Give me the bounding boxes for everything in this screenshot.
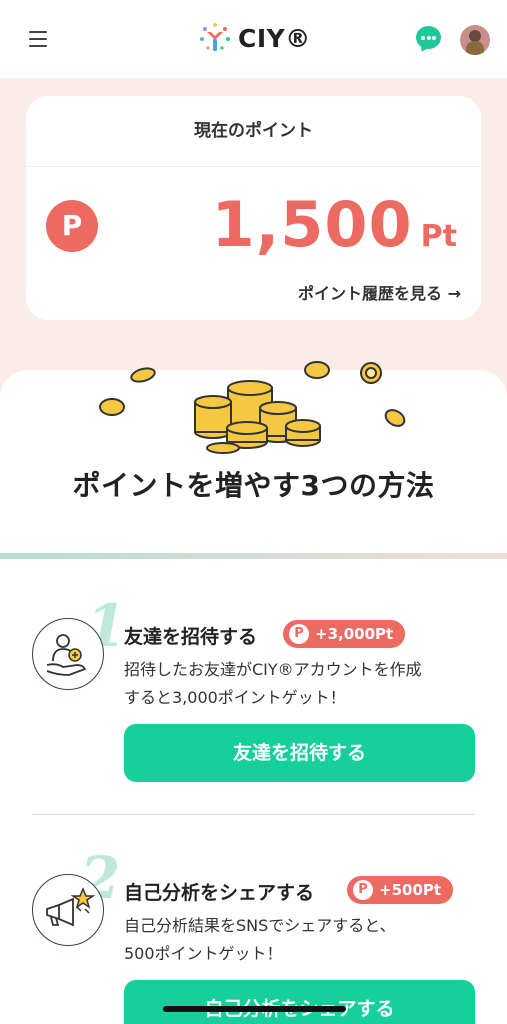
points-card-title: 現在のポイント xyxy=(194,121,313,141)
chat-bubble-icon[interactable] xyxy=(416,26,441,49)
home-indicator[interactable] xyxy=(163,1006,346,1012)
points-number: 1,500 xyxy=(211,188,413,261)
current-points-card: 現在のポイント P 1,500 Pt ポイント履歴を見る → xyxy=(26,96,481,320)
invite-friend-icon xyxy=(32,618,104,690)
method-description-line: 500ポイントゲット！ xyxy=(124,944,283,963)
share-analysis-button[interactable]: 自己分析をシェアする xyxy=(124,980,475,1024)
section-gradient-divider xyxy=(0,553,507,559)
megaphone-share-icon xyxy=(32,874,104,946)
method-divider xyxy=(32,814,475,815)
point-p-icon: P xyxy=(46,200,98,252)
method-description-line: 自己分析結果をSNSでシェアすると、 xyxy=(124,916,396,935)
logo-text: CIY® xyxy=(238,23,311,53)
badge-value: +3,000Pt xyxy=(315,625,394,643)
ciy-logo[interactable]: CIY® xyxy=(198,20,311,56)
method-description-line: すると3,000ポイントゲット！ xyxy=(124,688,346,707)
invite-friends-button[interactable]: 友達を招待する xyxy=(124,724,475,782)
method-description-line: 招待したお友達がCIY®アカウントを作成 xyxy=(124,660,422,679)
user-avatar[interactable] xyxy=(460,25,490,55)
points-badge: P +3,000Pt xyxy=(283,620,406,648)
points-unit: Pt xyxy=(420,219,457,254)
hamburger-menu-icon[interactable] xyxy=(29,31,47,47)
points-history-link[interactable]: ポイント履歴を見る → xyxy=(298,280,461,304)
method-description: 招待したお友達がCIY®アカウントを作成 すると3,000ポイントゲット！ xyxy=(124,656,464,712)
app-header: CIY® xyxy=(0,0,507,78)
badge-value: +500Pt xyxy=(379,881,442,899)
points-card-divider xyxy=(26,166,481,167)
badge-p-icon: P xyxy=(353,880,373,900)
points-value: 1,500 Pt xyxy=(211,188,457,261)
method-title: 友達を招待する xyxy=(124,626,258,648)
increase-points-section: ポイントを増やす3つの方法 1 友達を招待する P +3,000Pt 招待したお… xyxy=(0,361,507,1024)
badge-p-icon: P xyxy=(289,624,309,644)
ciy-logo-mark-icon xyxy=(200,23,230,51)
points-badge: P +500Pt xyxy=(347,876,454,904)
coins-illustration-icon xyxy=(99,361,406,454)
section-heading: ポイントを増やす3つの方法 xyxy=(72,469,435,502)
method-title: 自己分析をシェアする xyxy=(124,882,315,904)
method-description: 自己分析結果をSNSでシェアすると、 500ポイントゲット！ xyxy=(124,912,464,968)
